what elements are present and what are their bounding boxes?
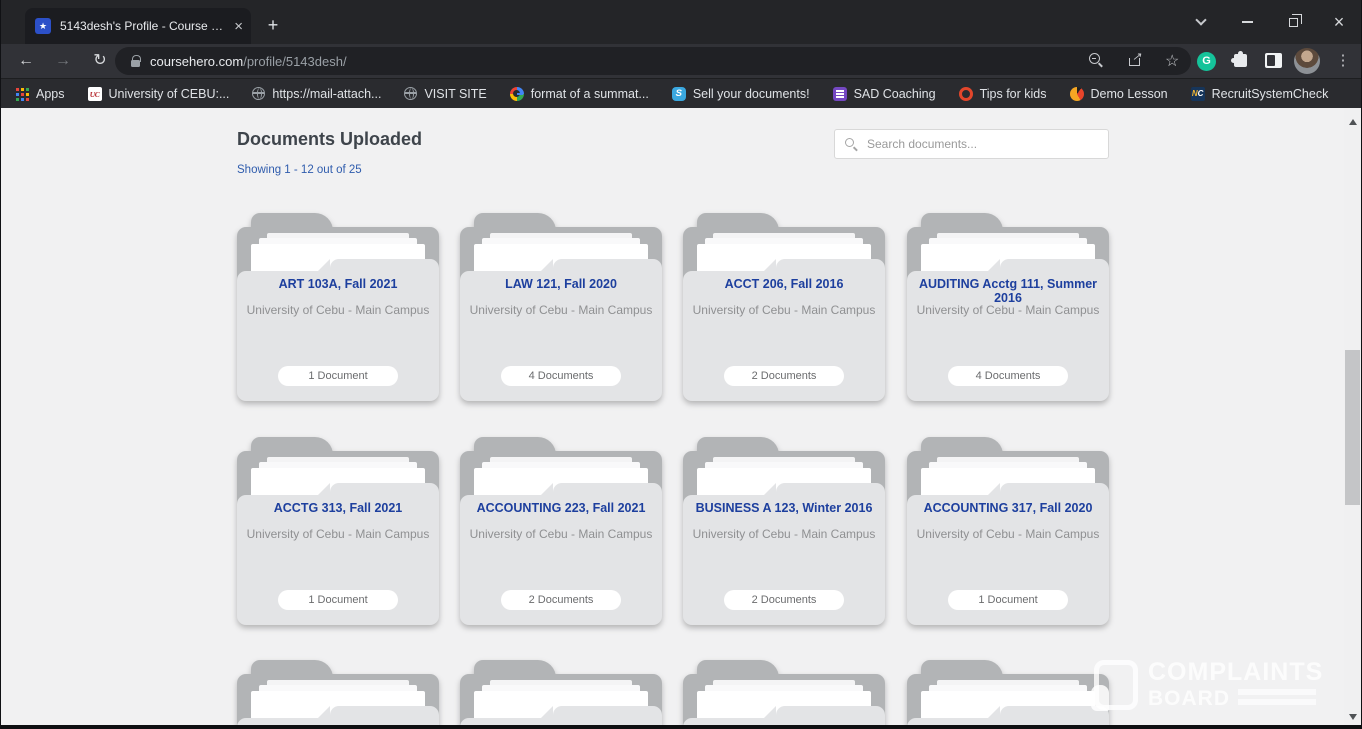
document-count-badge: 1 Document [278,590,398,610]
document-count-badge: 2 Documents [501,590,621,610]
folder-title: BUSINESS A 123, Winter 2016 [689,501,879,515]
folder-title: ACCOUNTING 317, Fall 2020 [913,501,1103,515]
folder-school: University of Cebu - Main Campus [689,303,879,317]
address-bar[interactable]: coursehero.com/profile/5143desh/ [115,47,1191,75]
folder-card-partial[interactable] [683,660,885,729]
blue-s-icon [672,87,686,101]
folder-card-partial[interactable] [907,660,1109,729]
reload-icon[interactable] [87,48,113,74]
url-text: coursehero.com/profile/5143desh/ [150,54,1067,69]
watermark-text: BOARD [1148,688,1230,709]
profile-documents-page: Documents Uploaded Showing 1 - 12 out of… [1,108,1346,729]
document-count-badge: 4 Documents [501,366,621,386]
globe-icon [404,87,417,100]
document-count-badge: 1 Document [278,366,398,386]
tab-close-icon[interactable] [234,18,243,35]
course-hero-favicon [35,18,51,34]
orange-circle-icon [1070,87,1084,101]
folder-school: University of Cebu - Main Campus [243,303,433,317]
watermark-small-text [1238,689,1316,709]
window-chevron-icon[interactable] [1187,12,1215,32]
watermark-text: COMPLAINTS [1148,660,1323,685]
lock-icon[interactable] [131,60,140,67]
scroll-up-icon[interactable] [1344,112,1361,126]
bookmark-star-icon[interactable] [1165,53,1181,69]
folder-school: University of Cebu - Main Campus [466,303,656,317]
side-panel-icon[interactable] [1265,53,1282,68]
document-count-badge: 1 Document [948,590,1068,610]
bookmark-tips-for-kids[interactable]: Tips for kids [959,87,1047,101]
folder-school: University of Cebu - Main Campus [243,527,433,541]
bookmark-format-summary[interactable]: format of a summat... [510,87,649,101]
nc-badge-icon [1191,87,1205,101]
complaintsboard-logo-icon [1094,660,1138,710]
folder-school: University of Cebu - Main Campus [466,527,656,541]
folder-card-art-103a[interactable]: ART 103A, Fall 2021 University of Cebu -… [237,213,439,403]
complaintsboard-watermark: COMPLAINTS BOARD [1094,660,1344,710]
folder-title: ACCT 206, Fall 2016 [689,277,879,291]
bookmark-demo-lesson[interactable]: Demo Lesson [1070,87,1168,101]
window-minimize-button[interactable] [1233,12,1261,32]
folder-card-accounting-317[interactable]: ACCOUNTING 317, Fall 2020 University of … [907,437,1109,627]
scrollbar-thumb[interactable] [1345,350,1360,505]
folder-title: ACCTG 313, Fall 2021 [243,501,433,515]
window-restore-button[interactable] [1279,12,1307,32]
grammarly-extension-icon[interactable] [1197,52,1216,71]
document-count-badge: 2 Documents [724,590,844,610]
bookmark-mail-attach[interactable]: https://mail-attach... [252,87,381,101]
folder-title: ART 103A, Fall 2021 [243,277,433,291]
browser-toolbar: coursehero.com/profile/5143desh/ [1,44,1361,78]
browser-menu-icon[interactable] [1333,49,1353,73]
bookmarks-bar: Apps University of CEBU:... https://mail… [1,78,1361,108]
browser-tab[interactable]: 5143desh's Profile - Course Hero [25,8,251,44]
scroll-down-icon[interactable] [1344,707,1361,721]
document-count-badge: 2 Documents [724,366,844,386]
folder-title: ACCOUNTING 223, Fall 2021 [466,501,656,515]
extensions-puzzle-icon[interactable] [1234,54,1247,67]
search-icon [845,138,859,152]
window-close-button[interactable] [1325,12,1353,32]
purple-list-icon [833,87,847,101]
apps-grid-icon [15,87,29,101]
bookmark-university-of-cebu[interactable]: University of CEBU:... [88,87,230,101]
document-count-badge: 4 Documents [948,366,1068,386]
folder-school: University of Cebu - Main Campus [913,527,1103,541]
bookmark-sad-coaching[interactable]: SAD Coaching [833,87,936,101]
profile-avatar[interactable] [1294,48,1320,74]
folder-card-acct-206[interactable]: ACCT 206, Fall 2016 University of Cebu -… [683,213,885,403]
folder-card-law-121[interactable]: LAW 121, Fall 2020 University of Cebu - … [460,213,662,403]
bookmark-sell-documents[interactable]: Sell your documents! [672,87,810,101]
back-icon[interactable] [13,48,39,74]
window-bottom-edge [1,725,1361,729]
bookmark-visit-site[interactable]: VISIT SITE [404,87,486,101]
title-bar: 5143desh's Profile - Course Hero [1,0,1361,44]
folder-school: University of Cebu - Main Campus [689,527,879,541]
folder-card-partial[interactable] [460,660,662,729]
search-input[interactable] [867,130,1102,158]
folder-card-business-a-123[interactable]: BUSINESS A 123, Winter 2016 University o… [683,437,885,627]
forward-icon[interactable] [50,48,76,74]
folder-card-accounting-223[interactable]: ACCOUNTING 223, Fall 2021 University of … [460,437,662,627]
folder-title: AUDITING Acctg 111, Summer 2016 [913,277,1103,305]
results-count-text: Showing 1 - 12 out of 25 [237,164,362,176]
new-tab-button[interactable] [261,14,285,38]
document-search-box[interactable] [834,129,1109,159]
folder-card-partial[interactable] [237,660,439,729]
folder-card-acctg-313[interactable]: ACCTG 313, Fall 2021 University of Cebu … [237,437,439,627]
folder-card-auditing-acctg-111[interactable]: AUDITING Acctg 111, Summer 2016 Universi… [907,213,1109,403]
folder-title: LAW 121, Fall 2020 [466,277,656,291]
google-icon [510,87,524,101]
folder-school: University of Cebu - Main Campus [913,303,1103,317]
bookmark-recruitsystemcheck[interactable]: RecruitSystemCheck [1191,87,1329,101]
uc-favicon-icon [88,87,102,101]
zoom-out-icon[interactable] [1089,53,1105,69]
share-icon[interactable] [1127,53,1143,69]
tab-title: 5143desh's Profile - Course Hero [60,19,228,33]
red-ring-icon [959,87,973,101]
globe-icon [252,87,265,100]
browser-window: 5143desh's Profile - Course Hero courseh… [0,0,1362,729]
page-scrollbar[interactable] [1344,108,1361,729]
bookmark-apps[interactable]: Apps [15,87,65,101]
page-title: Documents Uploaded [237,129,422,150]
